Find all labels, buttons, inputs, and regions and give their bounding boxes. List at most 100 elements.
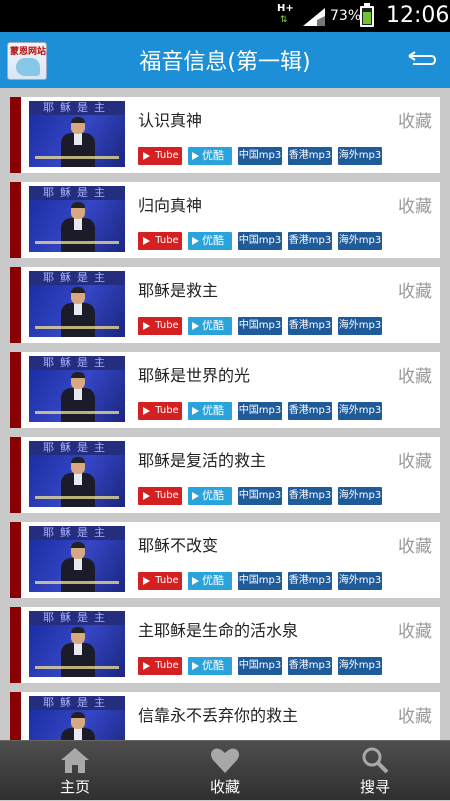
youku-button[interactable]: 优酷 — [188, 572, 232, 590]
network-type: H+ — [277, 3, 294, 14]
mp3-china-button[interactable]: 中国mp3 — [238, 317, 282, 335]
youku-button[interactable]: 优酷 — [188, 402, 232, 420]
favorite-button[interactable]: 收藏 — [398, 192, 432, 217]
youtube-button[interactable]: Tube — [138, 147, 182, 165]
item-title[interactable]: 耶稣是世界的光 — [138, 362, 250, 386]
youtube-button[interactable]: Tube — [138, 232, 182, 250]
item-title[interactable]: 耶稣是救主 — [138, 277, 218, 301]
list-item[interactable]: 耶稣是主 耶稣不改变 收藏 Tube 优酷 中国mp3 香港mp3 海外mp3 — [10, 522, 440, 598]
youku-button[interactable]: 优酷 — [188, 232, 232, 250]
favorite-button[interactable]: 收藏 — [398, 617, 432, 642]
mp3-hk-button[interactable]: 香港mp3 — [288, 147, 332, 165]
mp3-overseas-button[interactable]: 海外mp3 — [338, 657, 382, 675]
list-item[interactable]: 耶稣是主 归向真神 收藏 Tube 优酷 中国mp3 香港mp3 海外mp3 — [10, 182, 440, 258]
mp3-china-button[interactable]: 中国mp3 — [238, 402, 282, 420]
tab-label: 搜寻 — [359, 778, 390, 796]
sermon-list[interactable]: 耶稣是主 认识真神 收藏 Tube 优酷 中国mp3 香港mp3 海外mp3 耶… — [0, 88, 450, 740]
list-item[interactable]: 耶稣是主 认识真神 收藏 Tube 优酷 中国mp3 香港mp3 海外mp3 — [10, 97, 440, 173]
thumbnail-banner: 耶稣是主 — [29, 441, 125, 455]
clock: 12:06 — [386, 3, 450, 28]
mp3-hk-button[interactable]: 香港mp3 — [288, 487, 332, 505]
mp3-hk-button[interactable]: 香港mp3 — [288, 572, 332, 590]
play-icon — [139, 573, 153, 589]
mp3-overseas-button[interactable]: 海外mp3 — [338, 572, 382, 590]
app-logo[interactable]: 蒙恩网站 — [7, 42, 47, 80]
item-title[interactable]: 信靠永不丢弃你的救主 — [138, 702, 298, 726]
tab-label: 主页 — [59, 778, 90, 796]
thumbnail-banner: 耶稣是主 — [29, 611, 125, 625]
list-item[interactable]: 耶稣是主 耶稣是复活的救主 收藏 Tube 优酷 中国mp3 香港mp3 海外m… — [10, 437, 440, 513]
youtube-button[interactable]: Tube — [138, 402, 182, 420]
play-icon — [139, 233, 153, 249]
thumbnail-banner: 耶稣是主 — [29, 526, 125, 540]
play-icon — [139, 403, 153, 419]
item-title[interactable]: 耶稣是复活的救主 — [138, 447, 266, 471]
video-thumbnail[interactable]: 耶稣是主 — [29, 101, 125, 167]
favorite-button[interactable]: 收藏 — [398, 532, 432, 557]
list-item[interactable]: 耶稣是主 信靠永不丢弃你的救主 收藏 — [10, 692, 440, 740]
tab-search[interactable]: 搜寻 — [300, 741, 450, 801]
youku-button[interactable]: 优酷 — [188, 487, 232, 505]
thumbnail-banner: 耶稣是主 — [29, 101, 125, 115]
youku-button[interactable]: 优酷 — [188, 317, 232, 335]
mp3-china-button[interactable]: 中国mp3 — [238, 487, 282, 505]
item-title[interactable]: 耶稣不改变 — [138, 532, 218, 556]
mp3-hk-button[interactable]: 香港mp3 — [288, 232, 332, 250]
mp3-hk-button[interactable]: 香港mp3 — [288, 402, 332, 420]
video-thumbnail[interactable]: 耶稣是主 — [29, 696, 125, 740]
youku-button[interactable]: 优酷 — [188, 657, 232, 675]
mp3-overseas-button[interactable]: 海外mp3 — [338, 487, 382, 505]
play-icon — [192, 492, 199, 500]
data-activity-icon: ⇅ — [280, 15, 288, 25]
back-arrow-icon[interactable] — [405, 48, 437, 72]
youtube-button[interactable]: Tube — [138, 657, 182, 675]
list-item[interactable]: 耶稣是主 耶稣是救主 收藏 Tube 优酷 中国mp3 香港mp3 海外mp3 — [10, 267, 440, 343]
battery-percent: 73% — [330, 8, 362, 24]
mp3-overseas-button[interactable]: 海外mp3 — [338, 147, 382, 165]
battery-icon — [360, 3, 374, 27]
video-thumbnail[interactable]: 耶稣是主 — [29, 356, 125, 422]
tab-favorites[interactable]: 收藏 — [150, 741, 300, 801]
play-icon — [139, 488, 153, 504]
tab-label: 收藏 — [209, 778, 240, 796]
home-icon — [61, 748, 89, 773]
play-icon — [139, 658, 153, 674]
video-thumbnail[interactable]: 耶稣是主 — [29, 271, 125, 337]
favorite-button[interactable]: 收藏 — [398, 277, 432, 302]
youtube-button[interactable]: Tube — [138, 317, 182, 335]
favorite-button[interactable]: 收藏 — [398, 362, 432, 387]
mp3-hk-button[interactable]: 香港mp3 — [288, 317, 332, 335]
play-icon — [192, 237, 199, 245]
mp3-china-button[interactable]: 中国mp3 — [238, 232, 282, 250]
video-thumbnail[interactable]: 耶稣是主 — [29, 526, 125, 592]
thumbnail-banner: 耶稣是主 — [29, 186, 125, 200]
mp3-overseas-button[interactable]: 海外mp3 — [338, 317, 382, 335]
mp3-china-button[interactable]: 中国mp3 — [238, 657, 282, 675]
youtube-button[interactable]: Tube — [138, 487, 182, 505]
item-title[interactable]: 主耶稣是生命的活水泉 — [138, 617, 298, 641]
item-title[interactable]: 认识真神 — [138, 107, 202, 131]
mp3-china-button[interactable]: 中国mp3 — [238, 147, 282, 165]
dove-icon — [16, 58, 40, 76]
video-thumbnail[interactable]: 耶稣是主 — [29, 441, 125, 507]
youtube-button[interactable]: Tube — [138, 572, 182, 590]
favorite-button[interactable]: 收藏 — [398, 447, 432, 472]
video-thumbnail[interactable]: 耶稣是主 — [29, 186, 125, 252]
page-title: 福音信息(第一辑) — [139, 50, 311, 75]
app-header: 蒙恩网站 福音信息(第一辑) — [0, 32, 450, 88]
video-thumbnail[interactable]: 耶稣是主 — [29, 611, 125, 677]
list-item[interactable]: 耶稣是主 耶稣是世界的光 收藏 Tube 优酷 中国mp3 香港mp3 海外mp… — [10, 352, 440, 428]
favorite-button[interactable]: 收藏 — [398, 107, 432, 132]
mp3-overseas-button[interactable]: 海外mp3 — [338, 402, 382, 420]
list-item[interactable]: 耶稣是主 主耶稣是生命的活水泉 收藏 Tube 优酷 中国mp3 香港mp3 海… — [10, 607, 440, 683]
youku-button[interactable]: 优酷 — [188, 147, 232, 165]
item-title[interactable]: 归向真神 — [138, 192, 202, 216]
mp3-hk-button[interactable]: 香港mp3 — [288, 657, 332, 675]
signal-icon — [303, 8, 325, 26]
thumbnail-banner: 耶稣是主 — [29, 271, 125, 285]
mp3-overseas-button[interactable]: 海外mp3 — [338, 232, 382, 250]
play-icon — [192, 407, 199, 415]
tab-home[interactable]: 主页 — [0, 741, 150, 801]
favorite-button[interactable]: 收藏 — [398, 702, 432, 727]
mp3-china-button[interactable]: 中国mp3 — [238, 572, 282, 590]
